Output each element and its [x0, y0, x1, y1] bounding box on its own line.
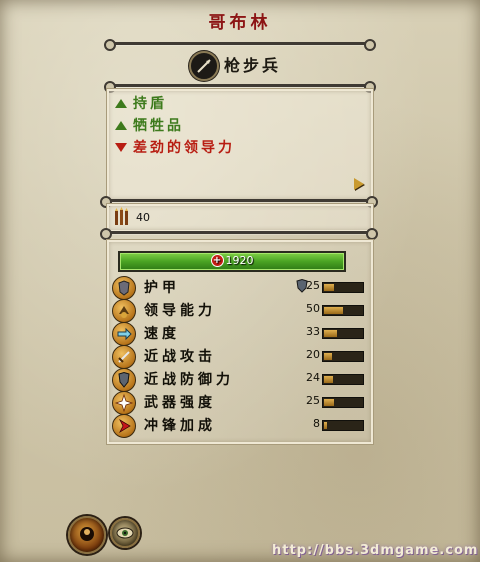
stat-label: 领导能力 [144, 303, 216, 319]
stat-label: 冲锋加成 [144, 418, 216, 434]
health-plus-icon: + [210, 254, 224, 267]
stat-bar-fill [324, 330, 337, 337]
top-divider [104, 39, 376, 51]
stat-value: 33 [306, 325, 320, 338]
unit-info-button[interactable] [68, 516, 106, 554]
positive-arrow-icon [115, 98, 127, 108]
stat-bar-fill [324, 399, 334, 406]
stat-label: 近战防御力 [144, 372, 234, 388]
weapon-strength-icon [112, 391, 136, 415]
stat-label: 速度 [144, 326, 180, 342]
trait-label: 持盾 [133, 96, 167, 112]
negative-arrow-icon [115, 142, 127, 152]
unit-type-name: 枪步兵 [224, 56, 282, 75]
stat-bar [322, 328, 364, 339]
stat-label: 护甲 [144, 280, 180, 296]
health-value: 1920 [225, 254, 254, 267]
positive-arrow-icon [115, 120, 127, 130]
eye-icon [116, 527, 134, 539]
stat-row-melee-defence[interactable]: 近战防御力 24 [112, 368, 364, 392]
speed-icon [112, 322, 136, 346]
charge-bonus-icon [112, 414, 136, 438]
stat-row-melee-attack[interactable]: 近战攻击 20 [112, 345, 364, 369]
stat-value: 8 [313, 417, 320, 430]
stat-bar [322, 351, 364, 362]
stat-bar-fill [324, 307, 343, 314]
stat-row-charge-bonus[interactable]: 冲锋加成 8 [112, 414, 364, 438]
melee-defence-icon [112, 368, 136, 392]
name-divider [104, 81, 376, 93]
stat-bar [322, 374, 364, 385]
stat-value: 24 [306, 371, 320, 384]
trait-item: 牺牲品 [115, 115, 184, 135]
ammo-value: 40 [136, 211, 150, 224]
ammo-divider [100, 228, 378, 240]
arrows-icon [112, 207, 132, 227]
stat-bar-fill [324, 422, 327, 429]
stat-value: 25 [306, 394, 320, 407]
stat-row-leadership[interactable]: 领导能力 50 [112, 299, 364, 323]
stat-row-armor[interactable]: 护甲 25 [112, 276, 364, 300]
stat-bar [322, 305, 364, 316]
expand-traits-arrow-icon[interactable] [354, 178, 364, 190]
stat-label: 武器强度 [144, 395, 216, 411]
unit-info-icon [80, 527, 94, 541]
stat-bar [322, 397, 364, 408]
trait-item: 差劲的领导力 [115, 137, 235, 157]
stat-bar-fill [324, 284, 334, 291]
faction-title: 哥布林 [208, 13, 272, 33]
stat-bar-fill [324, 353, 332, 360]
stat-value: 25 [306, 279, 320, 292]
stat-bar [322, 282, 364, 293]
trait-item: 持盾 [115, 93, 167, 113]
stat-value: 50 [306, 302, 320, 315]
stat-bar [322, 420, 364, 431]
melee-attack-icon [112, 345, 136, 369]
stat-row-speed[interactable]: 速度 33 [112, 322, 364, 346]
traits-divider [100, 196, 378, 208]
trait-label: 差劲的领导力 [133, 140, 235, 156]
trait-label: 牺牲品 [133, 118, 184, 134]
spear-icon [189, 51, 219, 81]
toggle-view-button[interactable] [110, 518, 140, 548]
watermark-text: http://bbs.3dmgame.com [272, 543, 479, 558]
health-label: + 1920 [118, 251, 346, 270]
stat-row-weapon-strength[interactable]: 武器强度 25 [112, 391, 364, 415]
stat-label: 近战攻击 [144, 349, 216, 365]
stat-bar-fill [324, 376, 333, 383]
leadership-icon [112, 299, 136, 323]
stat-value: 20 [306, 348, 320, 361]
armor-icon [112, 276, 136, 300]
